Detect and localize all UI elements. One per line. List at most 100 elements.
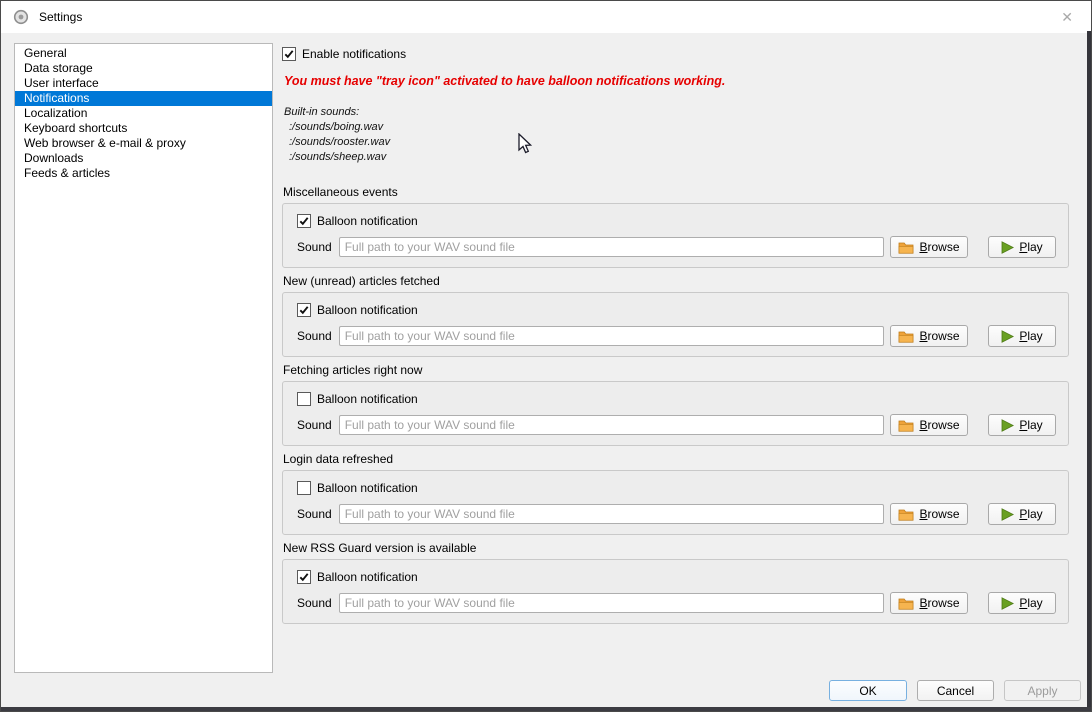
folder-icon <box>898 597 914 610</box>
group-title: Fetching articles right now <box>283 362 1069 378</box>
notification-group: Fetching articles right now Balloon noti… <box>282 362 1069 446</box>
browse-label: Browse <box>919 329 959 343</box>
tray-icon-warning: You must have "tray icon" activated to h… <box>284 74 1069 88</box>
enable-notifications-label: Enable notifications <box>302 47 406 61</box>
balloon-notification-label: Balloon notification <box>317 481 418 495</box>
notification-group: New RSS Guard version is available Ballo… <box>282 540 1069 624</box>
group-box: Balloon notification Sound Browse <box>282 292 1069 357</box>
balloon-notification-checkbox[interactable]: Balloon notification <box>297 214 1056 228</box>
play-icon <box>1001 597 1014 610</box>
play-button[interactable]: Play <box>988 414 1056 436</box>
group-box: Balloon notification Sound Browse <box>282 381 1069 446</box>
sidebar-item-localization[interactable]: Localization <box>15 106 272 121</box>
sound-label: Sound <box>297 329 332 343</box>
browse-label: Browse <box>919 240 959 254</box>
browse-button[interactable]: Browse <box>890 503 968 525</box>
notification-groups: Miscellaneous events Balloon notificatio… <box>282 184 1069 624</box>
sidebar-item-downloads[interactable]: Downloads <box>15 151 272 166</box>
sound-row: Sound Browse <box>297 325 1056 347</box>
balloon-notification-label: Balloon notification <box>317 392 418 406</box>
balloon-notification-label: Balloon notification <box>317 570 418 584</box>
settings-window: Settings ✕ GeneralData storageUser inter… <box>0 0 1092 712</box>
enable-notifications-checkbox[interactable]: Enable notifications <box>282 47 1069 61</box>
play-label: Play <box>1019 418 1042 432</box>
sound-label: Sound <box>297 240 332 254</box>
checkbox-box[interactable] <box>282 47 296 61</box>
sidebar-item-data-storage[interactable]: Data storage <box>15 61 272 76</box>
titlebar: Settings ✕ <box>1 1 1091 33</box>
browse-button[interactable]: Browse <box>890 592 968 614</box>
sidebar-item-user-interface[interactable]: User interface <box>15 76 272 91</box>
play-button[interactable]: Play <box>988 503 1056 525</box>
sound-path-input[interactable] <box>339 593 884 613</box>
sidebar-item-notifications[interactable]: Notifications <box>15 91 272 106</box>
sound-path-input[interactable] <box>339 504 884 524</box>
notification-group: New (unread) articles fetched Balloon no… <box>282 273 1069 357</box>
balloon-notification-label: Balloon notification <box>317 214 418 228</box>
checkbox-box[interactable] <box>297 481 311 495</box>
close-icon[interactable]: ✕ <box>1055 8 1079 26</box>
builtin-sound-path: :/sounds/sheep.wav <box>284 150 1069 165</box>
sound-path-input[interactable] <box>339 237 884 257</box>
builtin-sound-path: :/sounds/boing.wav <box>284 120 1069 135</box>
browse-button[interactable]: Browse <box>890 236 968 258</box>
sidebar-item-web-browser-e-mail-proxy[interactable]: Web browser & e-mail & proxy <box>15 136 272 151</box>
checkbox-box[interactable] <box>297 570 311 584</box>
play-label: Play <box>1019 240 1042 254</box>
play-icon <box>1001 508 1014 521</box>
sidebar-item-general[interactable]: General <box>15 46 272 61</box>
group-box: Balloon notification Sound Browse <box>282 203 1069 268</box>
builtin-sound-path: :/sounds/rooster.wav <box>284 135 1069 150</box>
balloon-notification-label: Balloon notification <box>317 303 418 317</box>
browse-label: Browse <box>919 507 959 521</box>
play-label: Play <box>1019 329 1042 343</box>
balloon-notification-checkbox[interactable]: Balloon notification <box>297 303 1056 317</box>
checkbox-box[interactable] <box>297 303 311 317</box>
background-app-edge-right <box>1087 31 1092 712</box>
builtin-sounds-note: Built-in sounds: :/sounds/boing.wav:/sou… <box>284 105 1069 165</box>
sound-path-input[interactable] <box>339 415 884 435</box>
balloon-notification-checkbox[interactable]: Balloon notification <box>297 570 1056 584</box>
balloon-notification-checkbox[interactable]: Balloon notification <box>297 392 1056 406</box>
sound-path-input[interactable] <box>339 326 884 346</box>
play-icon <box>1001 330 1014 343</box>
play-label: Play <box>1019 596 1042 610</box>
browse-label: Browse <box>919 596 959 610</box>
sidebar-item-feeds-articles[interactable]: Feeds & articles <box>15 166 272 181</box>
group-title: Login data refreshed <box>283 451 1069 467</box>
settings-gear-icon <box>13 9 29 25</box>
folder-icon <box>898 330 914 343</box>
play-button[interactable]: Play <box>988 236 1056 258</box>
sidebar-item-keyboard-shortcuts[interactable]: Keyboard shortcuts <box>15 121 272 136</box>
sound-row: Sound Browse <box>297 236 1056 258</box>
play-button[interactable]: Play <box>988 592 1056 614</box>
group-title: New (unread) articles fetched <box>283 273 1069 289</box>
notification-group: Login data refreshed Balloon notificatio… <box>282 451 1069 535</box>
checkbox-box[interactable] <box>297 392 311 406</box>
folder-icon <box>898 508 914 521</box>
ok-button[interactable]: OK <box>829 680 907 701</box>
background-app-edge-bottom <box>1 707 1092 712</box>
sound-label: Sound <box>297 418 332 432</box>
play-label: Play <box>1019 507 1042 521</box>
checkbox-box[interactable] <box>297 214 311 228</box>
group-title: New RSS Guard version is available <box>283 540 1069 556</box>
balloon-notification-checkbox[interactable]: Balloon notification <box>297 481 1056 495</box>
builtin-sounds-heading: Built-in sounds: <box>284 105 1069 120</box>
folder-icon <box>898 419 914 432</box>
sound-row: Sound Browse <box>297 503 1056 525</box>
sound-row: Sound Browse <box>297 592 1056 614</box>
play-button[interactable]: Play <box>988 325 1056 347</box>
play-icon <box>1001 241 1014 254</box>
settings-category-list: GeneralData storageUser interfaceNotific… <box>14 43 273 673</box>
cancel-button[interactable]: Cancel <box>917 680 994 701</box>
sound-label: Sound <box>297 507 332 521</box>
group-title: Miscellaneous events <box>283 184 1069 200</box>
browse-label: Browse <box>919 418 959 432</box>
apply-button[interactable]: Apply <box>1004 680 1081 701</box>
notifications-panel: Enable notifications You must have "tray… <box>282 43 1069 629</box>
browse-button[interactable]: Browse <box>890 325 968 347</box>
browse-button[interactable]: Browse <box>890 414 968 436</box>
play-icon <box>1001 419 1014 432</box>
group-box: Balloon notification Sound Browse <box>282 559 1069 624</box>
